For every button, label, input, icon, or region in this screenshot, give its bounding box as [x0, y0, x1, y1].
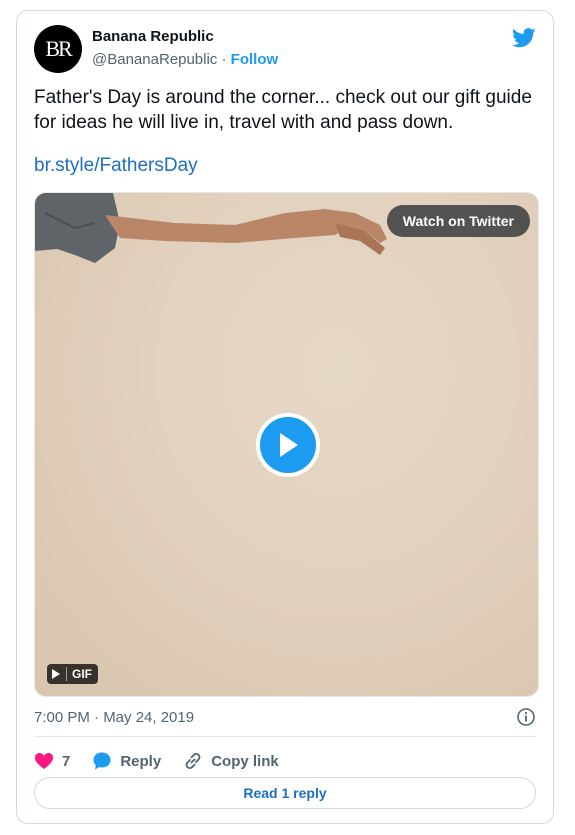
- author-name[interactable]: Banana Republic: [92, 28, 214, 45]
- gif-label: GIF: [72, 667, 92, 681]
- tweet-text: Father's Day is around the corner... che…: [34, 87, 532, 133]
- small-play-icon: [52, 669, 60, 679]
- twitter-bird-icon[interactable]: [512, 27, 536, 49]
- tweet-link[interactable]: br.style/FathersDay: [34, 155, 198, 177]
- media-video[interactable]: Watch on Twitter GIF: [34, 192, 539, 697]
- play-button[interactable]: [256, 413, 320, 477]
- read-replies-button[interactable]: Read 1 reply: [34, 777, 536, 809]
- handle-separator: ·: [221, 51, 227, 68]
- watch-on-twitter-button[interactable]: Watch on Twitter: [386, 205, 530, 237]
- tweet-card: BR Banana Republic @BananaRepublic · Fol…: [16, 10, 554, 824]
- divider: [34, 736, 536, 737]
- play-icon: [280, 433, 298, 457]
- action-bar: 7 Reply Copy link: [34, 745, 301, 777]
- copy-link-button[interactable]: Copy link: [183, 751, 279, 771]
- reply-button[interactable]: Reply: [92, 751, 161, 771]
- avatar[interactable]: BR: [34, 25, 82, 73]
- gif-badge: GIF: [47, 664, 98, 684]
- gif-divider: [66, 667, 67, 681]
- like-count: 7: [62, 752, 71, 770]
- info-icon[interactable]: [516, 707, 536, 727]
- avatar-logo-text: BR: [45, 36, 72, 61]
- reply-label: Reply: [120, 752, 162, 770]
- follow-button[interactable]: Follow: [231, 51, 279, 68]
- tweet-timestamp[interactable]: 7:00 PM · May 24, 2019: [34, 709, 194, 726]
- copy-link-label: Copy link: [211, 752, 279, 770]
- author-handle[interactable]: @BananaRepublic: [92, 51, 217, 68]
- like-button[interactable]: 7: [34, 752, 70, 770]
- heart-icon: [35, 753, 53, 769]
- author-handle-row: @BananaRepublic · Follow: [92, 51, 278, 68]
- reply-bubble-icon: [93, 752, 111, 770]
- link-icon: [185, 753, 201, 769]
